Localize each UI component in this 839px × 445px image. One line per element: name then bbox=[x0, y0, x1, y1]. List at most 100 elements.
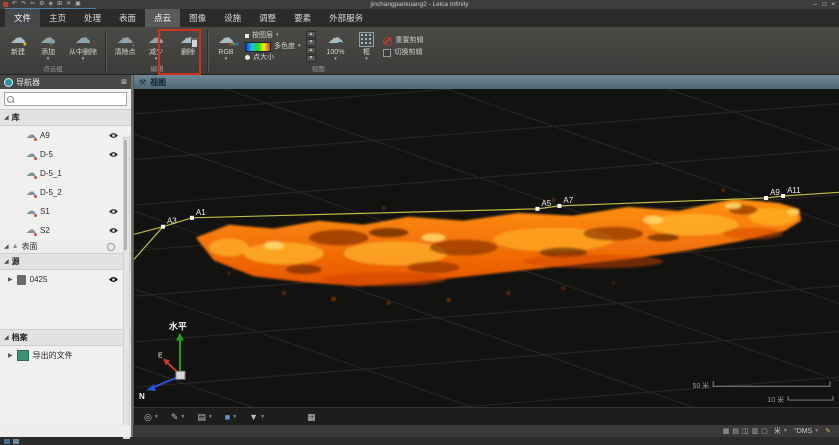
visibility-eye-icon[interactable] bbox=[108, 151, 119, 158]
grid-toggle-button[interactable]: ▦ bbox=[307, 412, 316, 422]
dropdown-caret-icon[interactable]: ▼ bbox=[180, 414, 185, 420]
snapshot-icon[interactable]: ◈ bbox=[48, 1, 53, 8]
tree-item-0425[interactable]: ▶ 0425 bbox=[0, 270, 131, 289]
remove-from-pointcloud-button[interactable]: ☁− 从中删除 ▾ bbox=[62, 28, 104, 65]
control-point-marker[interactable] bbox=[764, 196, 768, 200]
tab-images[interactable]: 图像 bbox=[180, 9, 215, 27]
grid-icon[interactable]: ⊞ bbox=[57, 1, 62, 8]
spin-down-button[interactable]: ▼ bbox=[306, 55, 317, 62]
by-layer-row[interactable]: 按图层 ▾ bbox=[245, 32, 301, 40]
add-to-pointcloud-button[interactable]: ☁＋ 添加 ▾ bbox=[34, 28, 62, 65]
new-pointcloud-button[interactable]: ☁● 新建 bbox=[2, 28, 34, 65]
expand-icon[interactable]: ◢ bbox=[4, 334, 9, 341]
layout-icon[interactable]: ▦ bbox=[723, 427, 730, 435]
expand-icon[interactable]: ◢ bbox=[4, 258, 9, 265]
pin-icon[interactable]: ⊠ bbox=[121, 78, 127, 86]
expand-icon[interactable]: ◢ bbox=[4, 243, 9, 250]
settings-icon[interactable]: ⚙ bbox=[39, 1, 44, 8]
control-point-marker[interactable] bbox=[190, 216, 194, 220]
visibility-eye-icon[interactable] bbox=[108, 208, 119, 215]
expand-icon[interactable]: ◢ bbox=[4, 114, 9, 121]
nav-section-library[interactable]: ◢ 库 bbox=[0, 109, 131, 126]
navigator-search bbox=[4, 92, 127, 106]
viewport-canvas[interactable]: A3 A1 A5 A7 A9 A11 bbox=[134, 89, 839, 407]
search-input[interactable] bbox=[16, 94, 126, 104]
dropdown-caret-icon: ▼ bbox=[783, 428, 788, 434]
control-point-marker[interactable] bbox=[557, 204, 561, 208]
nav-section-surfaces[interactable]: ◢ ▲ 表面 bbox=[0, 240, 131, 253]
clear-points-button[interactable]: ☁↓ 清除点 bbox=[108, 28, 142, 65]
orbit-tool-button[interactable]: ◎ ▼ bbox=[144, 412, 159, 422]
tab-home[interactable]: 主页 bbox=[40, 9, 75, 27]
tree-item-d5-2[interactable]: ☁ D-5_2 bbox=[0, 183, 131, 202]
tab-external-services[interactable]: 外部服务 bbox=[320, 9, 372, 27]
multichroma-row[interactable]: 多色度 ▾ bbox=[245, 42, 301, 52]
spin-down-button[interactable]: ▼ bbox=[306, 39, 317, 46]
maximize-button[interactable]: □ bbox=[822, 1, 826, 9]
point-cloud-icon: ☁ bbox=[26, 226, 36, 236]
scrollbar-thumb[interactable] bbox=[124, 140, 127, 250]
window-icon[interactable]: ▣ bbox=[75, 1, 81, 8]
dropdown-caret-icon[interactable]: ▼ bbox=[154, 414, 159, 420]
tab-pointcloud[interactable]: 点云 bbox=[145, 9, 180, 27]
control-point-marker[interactable] bbox=[535, 207, 539, 211]
visibility-eye-icon[interactable] bbox=[108, 276, 119, 283]
reset-clip-button[interactable]: 重置剪辑 bbox=[383, 37, 423, 46]
layout-icon[interactable]: ◫ bbox=[742, 427, 749, 435]
clip-box-tool-button[interactable]: ■ ▼ bbox=[225, 412, 237, 422]
nav-section-sources[interactable]: ◢ 源 bbox=[0, 253, 131, 270]
toggle-clip-checkbox[interactable]: 切换剪辑 bbox=[383, 49, 423, 57]
dropdown-caret-icon[interactable]: ▼ bbox=[208, 414, 213, 420]
undo-icon[interactable]: ↶ bbox=[12, 1, 17, 8]
point-cloud[interactable] bbox=[196, 189, 801, 305]
length-unit-selector[interactable]: 米 ▼ bbox=[774, 426, 788, 436]
tree-item-exported-files[interactable]: ▶ 导出的文件 bbox=[0, 346, 131, 365]
dropdown-caret-icon[interactable]: ▼ bbox=[232, 414, 237, 420]
tree-item-a9[interactable]: ☁ A9 bbox=[0, 126, 131, 145]
app-icon[interactable] bbox=[3, 2, 8, 7]
clip-box-button[interactable]: 框 ▾ bbox=[352, 28, 380, 65]
tree-item-d5[interactable]: ☁ D-5 bbox=[0, 145, 131, 164]
layout-icon[interactable]: ▤ bbox=[732, 427, 739, 435]
tab-infrastructure[interactable]: 设施 bbox=[215, 9, 250, 27]
filter-tool-button[interactable]: ▼ ▼ bbox=[249, 412, 265, 422]
close-icon[interactable]: ✕ bbox=[66, 1, 71, 8]
nav-section-archive[interactable]: ◢ 档案 bbox=[0, 329, 131, 346]
minimize-button[interactable]: – bbox=[814, 1, 818, 9]
scene-3d[interactable]: A3 A1 A5 A7 A9 A11 bbox=[134, 89, 839, 407]
taskbar-icon[interactable] bbox=[4, 439, 10, 444]
redo-icon[interactable]: ↷ bbox=[21, 1, 26, 8]
spin-up-button[interactable]: ▲ bbox=[306, 47, 317, 54]
viewport-toolbar: ◎ ▼ ✎ ▼ ▤ ▼ ■ ▼ ▼ ▼ bbox=[134, 407, 839, 425]
rgb-button[interactable]: ☁ ●●● RGB ▾ bbox=[210, 28, 242, 65]
tree-item-s1[interactable]: ☁ S1 bbox=[0, 202, 131, 221]
tree-item-s2[interactable]: ☁ S2 bbox=[0, 221, 131, 240]
tab-adjustments[interactable]: 调整 bbox=[250, 9, 285, 27]
item-label: A9 bbox=[40, 131, 50, 140]
control-point-marker[interactable] bbox=[781, 194, 785, 198]
zoom-100-button[interactable]: ☁▼ 100% ▾ bbox=[318, 28, 352, 65]
dropdown-caret-icon[interactable]: ▼ bbox=[260, 414, 265, 420]
point-size-row[interactable]: 点大小 bbox=[245, 54, 301, 62]
layout-icon[interactable]: ▢ bbox=[761, 427, 768, 435]
visibility-eye-icon[interactable] bbox=[108, 132, 119, 139]
taskbar-icon[interactable] bbox=[13, 439, 19, 444]
navigator-scrollbar[interactable] bbox=[123, 137, 130, 439]
expand-icon[interactable]: ▶ bbox=[8, 276, 13, 283]
cut-icon[interactable]: ✂ bbox=[30, 1, 35, 8]
view-cube-button[interactable]: ▤ ▼ bbox=[197, 412, 212, 422]
visibility-eye-icon[interactable] bbox=[108, 227, 119, 234]
tree-item-d5-1[interactable]: ☁ D-5_1 bbox=[0, 164, 131, 183]
tab-surfaces[interactable]: 表面 bbox=[110, 9, 145, 27]
expand-icon[interactable]: ▶ bbox=[8, 352, 13, 359]
spin-up-button[interactable]: ▲ bbox=[306, 31, 317, 38]
angle-unit-selector[interactable]: °DMS ▼ bbox=[794, 428, 819, 435]
tab-processing[interactable]: 处理 bbox=[75, 9, 110, 27]
measure-tool-button[interactable]: ✎ ▼ bbox=[171, 412, 186, 422]
close-button[interactable]: × bbox=[831, 1, 835, 9]
tab-file[interactable]: 文件 bbox=[5, 9, 40, 27]
layout-icon[interactable]: ▥ bbox=[752, 427, 759, 435]
edit-indicator-icon[interactable]: ✎ bbox=[825, 427, 831, 435]
tab-features[interactable]: 要素 bbox=[285, 9, 320, 27]
control-point-marker[interactable] bbox=[161, 225, 165, 229]
